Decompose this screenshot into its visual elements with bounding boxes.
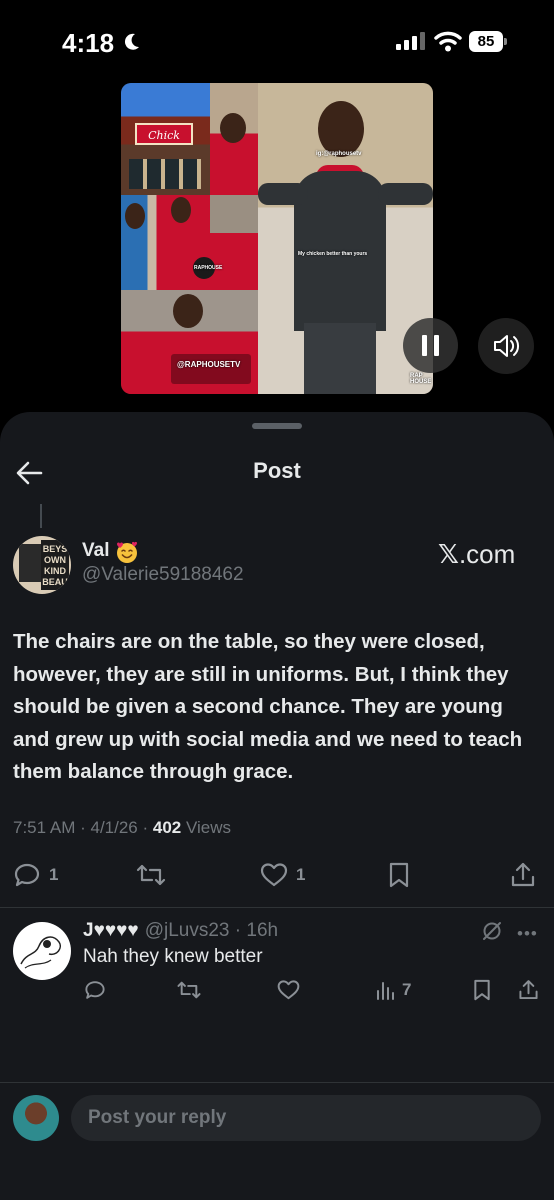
reply-avatar-art xyxy=(20,936,61,969)
bookmark-button[interactable] xyxy=(387,861,411,889)
thread-line xyxy=(40,504,42,528)
post-views-count[interactable]: 402 xyxy=(153,818,181,837)
reply-avatar[interactable] xyxy=(13,922,71,980)
reply-count: 1 xyxy=(49,865,59,884)
video-player[interactable]: Chick @RAPHOUSETV RAPHOUSE ig:@raphouset… xyxy=(121,83,433,394)
video-overlay-logo: RAPHOUSE xyxy=(194,265,223,271)
status-bar: 4:18 85 xyxy=(0,0,554,84)
share-button[interactable] xyxy=(510,861,536,889)
reply-repost-button[interactable] xyxy=(176,979,202,1001)
reply-views-count: 7 xyxy=(402,980,412,999)
video-panel-restaurant: Chick xyxy=(121,83,210,195)
divider xyxy=(0,907,554,908)
x-dotcom-watermark: 𝕏.com xyxy=(438,539,515,570)
like-count: 1 xyxy=(296,865,306,884)
post-sheet: Post BEYS OWN KIND BEAU Val @Valerie5918846… xyxy=(0,412,554,1200)
video-panel-woman-4: @RAPHOUSETV xyxy=(121,290,258,394)
repost-button[interactable] xyxy=(135,862,167,888)
sheet-grabber[interactable] xyxy=(252,423,302,429)
pause-button[interactable] xyxy=(403,318,458,373)
meta-separator: · xyxy=(142,818,153,837)
video-watermark-corner: RAP HOUSE xyxy=(410,373,432,385)
reply-like-button[interactable] xyxy=(277,979,300,1001)
share-icon xyxy=(519,980,538,1000)
reply-author-handle[interactable]: @jLuvs23 xyxy=(145,920,230,941)
moon-icon xyxy=(124,33,139,50)
reply-reply-button[interactable] xyxy=(84,979,106,1001)
meta-separator: · xyxy=(80,818,91,837)
post-meta: 7:51 AM · 4/1/26 · 402 Views xyxy=(13,818,231,838)
author-handle[interactable]: @Valerie59188462 xyxy=(82,564,244,586)
signal-icon xyxy=(396,32,425,50)
post-date: 4/1/26 xyxy=(90,818,138,837)
reply-share-button[interactable] xyxy=(518,978,539,1002)
reply-button[interactable]: 1 xyxy=(13,862,58,888)
bookmark-icon xyxy=(389,862,409,888)
reply-bookmark-button[interactable] xyxy=(472,978,492,1002)
current-user-avatar[interactable] xyxy=(13,1095,59,1141)
author-name[interactable]: Val xyxy=(82,540,109,562)
reply-header: J♥♥♥♥ @jLuvs23 · 16h xyxy=(83,920,278,942)
video-panel-woman-1 xyxy=(210,83,258,195)
battery-level: 85 xyxy=(469,31,503,52)
x-dotcom-text: .com xyxy=(458,539,516,569)
video-watermark-bottom: @RAPHOUSETV xyxy=(177,360,241,369)
share-icon xyxy=(511,862,535,887)
volume-icon xyxy=(494,335,520,357)
heart-icon xyxy=(260,863,288,887)
post-time: 7:51 AM xyxy=(13,818,76,837)
video-watermark-top: ig:@raphousetv xyxy=(316,151,362,157)
repost-icon xyxy=(136,864,166,886)
reply-age: 16h xyxy=(246,920,279,941)
reply-bubble-icon xyxy=(85,981,105,999)
heart-icon xyxy=(277,980,300,1000)
reply-input[interactable]: Post your reply xyxy=(71,1095,541,1141)
grok-icon[interactable] xyxy=(481,920,503,942)
wifi-icon xyxy=(434,31,462,52)
battery-indicator: 85 xyxy=(469,31,507,52)
video-caption: My chicken better than yours xyxy=(298,251,368,257)
reply-views-button[interactable]: 7 xyxy=(376,979,411,1001)
post-views-label[interactable]: Views xyxy=(186,818,231,837)
divider xyxy=(0,1082,554,1083)
reply-text: Nah they knew better xyxy=(83,946,263,967)
restaurant-sign: Chick xyxy=(135,123,193,145)
x-logo-icon: 𝕏 xyxy=(438,540,459,570)
reply-author-name[interactable]: J♥♥♥♥ xyxy=(83,920,139,941)
battery-tip xyxy=(504,38,507,45)
like-button[interactable]: 1 xyxy=(260,862,305,888)
more-options-icon[interactable]: ••• xyxy=(517,924,538,944)
meta-separator: · xyxy=(229,920,247,941)
smiling-face-with-hearts-icon xyxy=(117,541,137,563)
post-text: The chairs are on the table, so they wer… xyxy=(13,630,523,783)
status-time: 4:18 xyxy=(62,28,115,58)
page-title: Post xyxy=(253,458,301,483)
video-panel-woman-3 xyxy=(210,195,258,290)
volume-button[interactable] xyxy=(478,318,534,374)
bookmark-icon xyxy=(474,979,490,1001)
analytics-bars-icon xyxy=(377,982,394,1000)
restaurant-windows xyxy=(129,159,201,189)
author-avatar[interactable]: BEYS OWN KIND BEAU xyxy=(13,536,71,594)
reply-bubble-icon xyxy=(14,863,40,887)
repost-icon xyxy=(177,981,201,999)
